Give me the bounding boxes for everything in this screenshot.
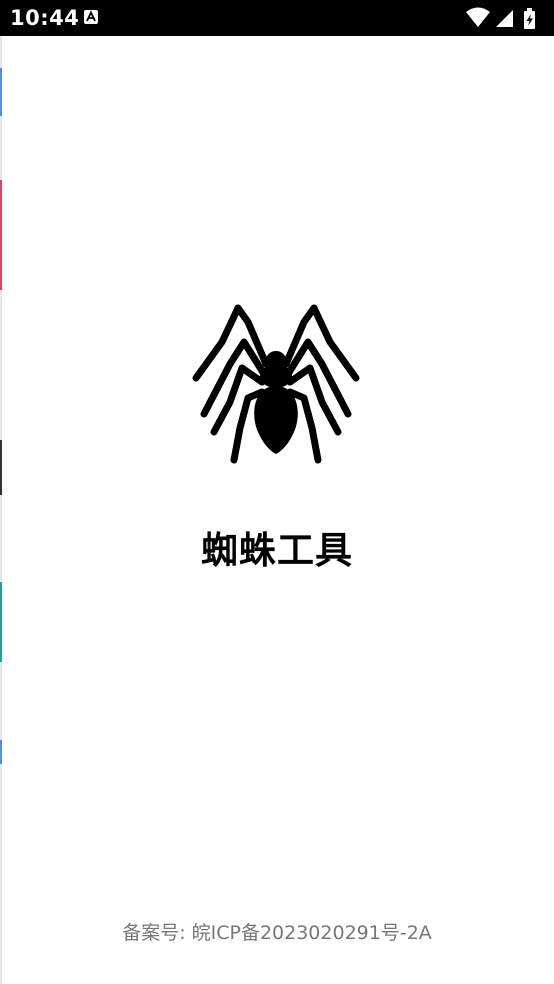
edge-mark-blue [0, 68, 2, 116]
status-bar: 10:44 [0, 0, 554, 36]
status-time: 10:44 [10, 6, 80, 30]
edge-mark-teal [0, 582, 2, 662]
signal-icon [496, 10, 513, 27]
battery-charging-icon [524, 8, 535, 29]
icp-record-text[interactable]: 备案号: 皖ICP备2023020291号-2A [0, 918, 554, 945]
status-icons [466, 6, 546, 30]
edge-mark-blue-2 [0, 740, 2, 764]
wifi-icon [466, 7, 490, 27]
left-screen-edge [0, 36, 2, 984]
app-name: 蜘蛛工具 [201, 529, 353, 572]
edge-mark-red [0, 180, 2, 290]
a-badge-icon [84, 10, 98, 24]
spider-icon [192, 304, 360, 464]
edge-mark-dark [0, 440, 2, 495]
